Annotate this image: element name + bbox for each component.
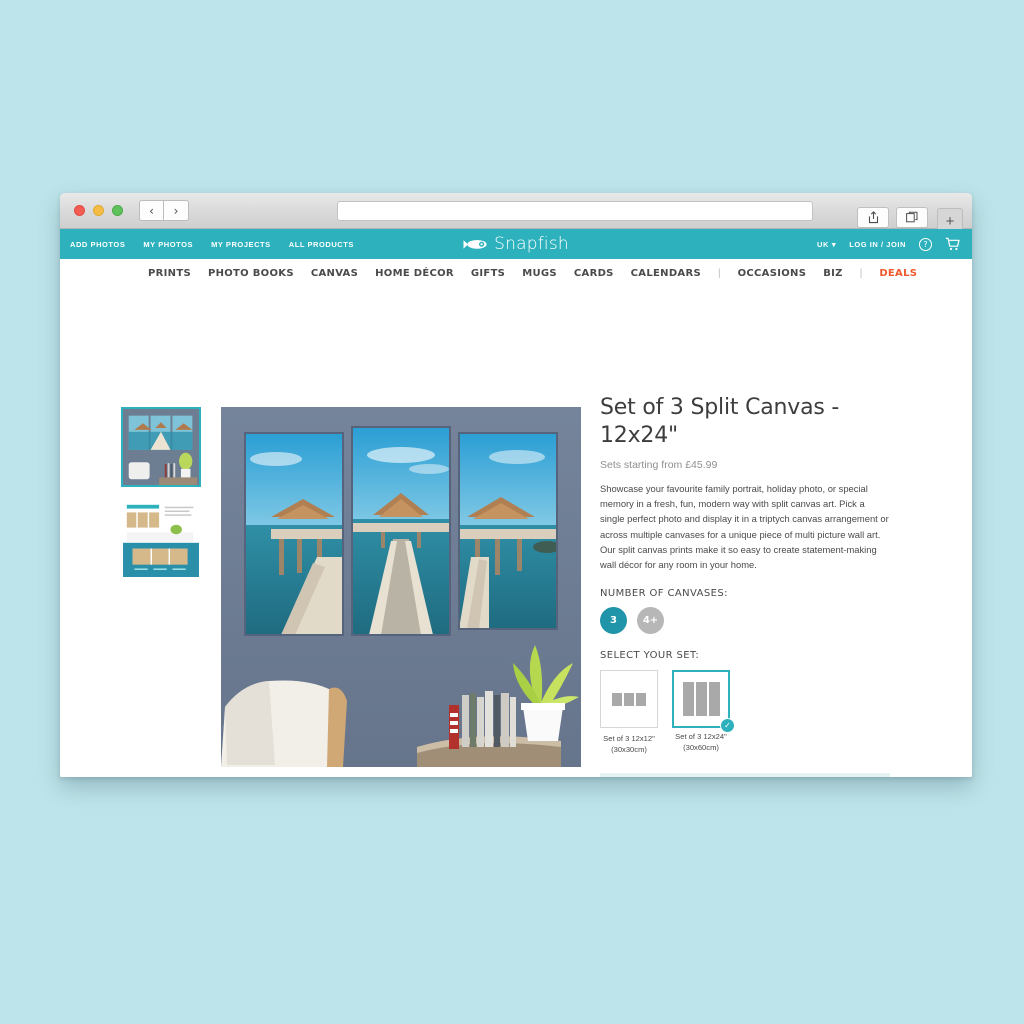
login-join-link[interactable]: LOG IN / JOIN	[849, 240, 906, 249]
nav-item-prints[interactable]: PRINTS	[148, 268, 191, 279]
cart-icon[interactable]	[945, 237, 960, 251]
nav-item-home-decor[interactable]: HOME DÉCOR	[375, 268, 454, 279]
browser-window: ‹ › + ADD PHOTOS MY PHOTOS MY PROJECTS A…	[60, 193, 972, 777]
maximize-window-button[interactable]	[112, 205, 123, 216]
nav-item-photo-books[interactable]: PHOTO BOOKS	[208, 268, 294, 279]
select-your-set-label: SELECT YOUR SET:	[600, 650, 700, 662]
region-selector[interactable]: UK	[817, 240, 829, 249]
set-option-12x12-preview	[600, 670, 658, 729]
set-option-12x12-caption: Set of 3 12x12" (30x30cm)	[603, 734, 655, 755]
minimize-window-button[interactable]	[93, 205, 104, 216]
utility-bar-right: UK ▾ LOG IN / JOIN ?	[817, 237, 960, 251]
back-button[interactable]: ‹	[139, 200, 164, 221]
set-option-12x24-caption: Set of 3 12x24" (30x60cm)	[675, 732, 727, 753]
product-hero-image-graphic	[221, 407, 581, 767]
nav-item-mugs[interactable]: MUGS	[522, 268, 557, 279]
tabs-icon	[906, 211, 918, 223]
set-option-12x12[interactable]: Set of 3 12x12" (30x30cm)	[600, 670, 658, 755]
canvas-count-option-4plus[interactable]: 4+	[637, 607, 664, 635]
chevron-down-icon[interactable]: ▾	[832, 240, 836, 249]
thumbnail-room-scene[interactable]	[121, 407, 201, 487]
utility-link-add-photos[interactable]: ADD PHOTOS	[70, 240, 125, 249]
snapfish-fish-icon	[463, 239, 487, 249]
price-from-label: Sets starting from £45.99	[600, 459, 718, 471]
nav-item-calendars[interactable]: CALENDARS	[631, 268, 701, 279]
canvas-count-option-3[interactable]: 3	[600, 607, 627, 635]
set-panel-preview	[695, 682, 707, 717]
window-controls	[74, 205, 123, 216]
utility-link-all-products[interactable]: ALL PRODUCTS	[289, 240, 354, 249]
set-options: Set of 3 12x12" (30x30cm) ✓ Set of 3 12x…	[600, 670, 890, 755]
thumbnail-infographic[interactable]	[121, 499, 201, 579]
product-detail-column: Set of 3 Split Canvas - 12x24" Sets star…	[600, 394, 890, 777]
nav-item-deals[interactable]: DEALS	[879, 268, 917, 279]
set-option-12x24[interactable]: ✓ Set of 3 12x24" (30x60cm)	[672, 670, 735, 755]
utility-links: ADD PHOTOS MY PHOTOS MY PROJECTS ALL PRO…	[70, 240, 354, 249]
utility-link-my-photos[interactable]: MY PHOTOS	[143, 240, 193, 249]
thumbnail-room-scene-image	[123, 409, 199, 485]
canvas-count-options: 3 4+	[600, 607, 890, 635]
navigation-buttons: ‹ ›	[139, 200, 189, 221]
category-navigation: PRINTS PHOTO BOOKS CANVAS HOME DÉCOR GIF…	[60, 259, 972, 289]
nav-item-occasions[interactable]: OCCASIONS	[738, 268, 807, 279]
set-panel-preview	[708, 682, 720, 717]
thumbnail-rail	[121, 407, 201, 579]
nav-item-biz[interactable]: BIZ	[823, 268, 843, 279]
nav-separator-2: |	[859, 268, 863, 279]
page-title: Set of 3 Split Canvas - 12x24"	[600, 395, 840, 448]
nav-item-cards[interactable]: CARDS	[574, 268, 614, 279]
browser-title-bar: ‹ › +	[60, 193, 972, 234]
set-option-12x24-preview: ✓	[672, 670, 735, 734]
show-tabs-button[interactable]	[896, 206, 928, 228]
utility-bar: ADD PHOTOS MY PHOTOS MY PROJECTS ALL PRO…	[60, 229, 972, 259]
set-panel-preview	[612, 692, 622, 706]
share-button[interactable]	[857, 206, 889, 228]
product-description: Showcase your favourite family portrait,…	[600, 483, 889, 571]
nav-item-canvas[interactable]: CANVAS	[311, 268, 358, 279]
share-icon	[868, 210, 878, 223]
nav-separator-1: |	[717, 268, 721, 279]
cta-panel: Set of 3 12x24" Split Slim Canvas Prints…	[600, 773, 890, 777]
thumbnail-infographic-image	[123, 501, 199, 577]
nav-item-gifts[interactable]: GIFTS	[471, 268, 505, 279]
product-hero-image[interactable]	[221, 407, 581, 767]
set-panel-preview	[682, 682, 694, 717]
utility-link-my-projects[interactable]: MY PROJECTS	[211, 240, 271, 249]
address-bar-input[interactable]	[337, 201, 813, 221]
forward-button[interactable]: ›	[164, 200, 189, 221]
close-window-button[interactable]	[74, 205, 85, 216]
brand-wordmark: Snapfish	[494, 234, 569, 254]
product-page: Set of 3 Split Canvas - 12x24" Sets star…	[60, 289, 972, 777]
set-panel-preview	[624, 692, 634, 706]
help-icon[interactable]: ?	[919, 237, 932, 251]
set-panel-preview	[636, 692, 646, 706]
number-of-canvases-label: NUMBER OF CANVASES:	[600, 588, 728, 600]
